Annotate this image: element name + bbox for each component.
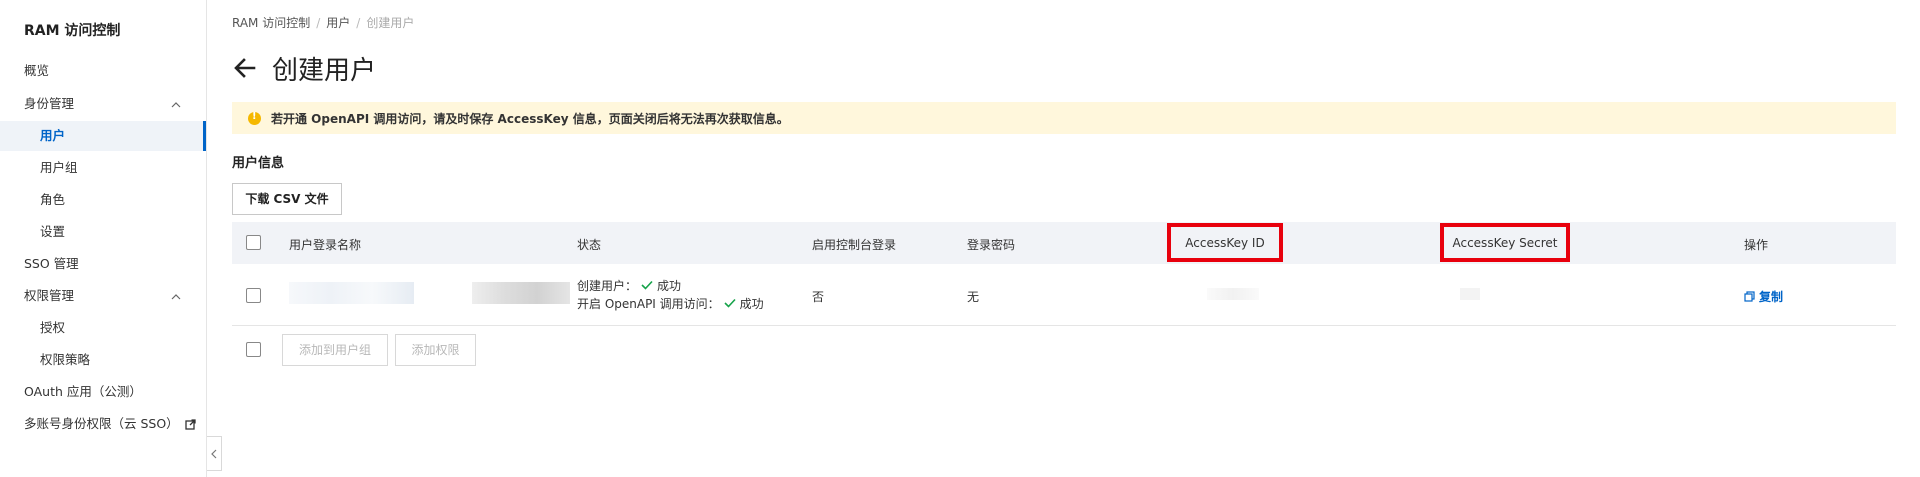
status-cell: 创建用户： 成功 开启 OpenAPI 调用访问： 成功 <box>577 276 764 312</box>
redacted-login-name <box>289 282 414 304</box>
header-password: 登录密码 <box>967 238 1016 252</box>
status-line-create: 创建用户： 成功 <box>577 276 764 294</box>
sidebar-item-label: 授权 <box>40 320 66 335</box>
sidebar-item-identity-management[interactable]: 身份管理 <box>0 89 206 119</box>
breadcrumb: RAM 访问控制 / 用户 / 创建用户 <box>232 14 414 31</box>
sidebar-item-label: 概览 <box>24 63 50 78</box>
warning-alert: 若开通 OpenAPI 调用访问，请及时保存 AccessKey 信息，页面关闭… <box>232 102 1896 134</box>
main-content: RAM 访问控制 / 用户 / 创建用户 创建用户 若开通 OpenAPI 调用访问，请… <box>208 0 1920 477</box>
alert-message: 若开通 OpenAPI 调用访问，请及时保存 AccessKey 信息，页面关闭… <box>271 111 789 126</box>
download-csv-button[interactable]: 下载 CSV 文件 <box>232 183 342 215</box>
sidebar-item-overview[interactable]: 概览 <box>0 56 206 86</box>
status-value: 成功 <box>657 278 682 293</box>
sidebar-item-label: 权限策略 <box>40 352 91 367</box>
back-arrow-icon[interactable] <box>232 55 258 81</box>
header-console-login: 启用控制台登录 <box>812 238 897 252</box>
breadcrumb-item-users[interactable]: 用户 <box>326 16 350 30</box>
section-title: 用户信息 <box>232 156 285 171</box>
header-operation: 操作 <box>1744 238 1769 252</box>
sidebar-item-grants[interactable]: 授权 <box>0 313 206 343</box>
select-all-checkbox[interactable] <box>246 235 261 250</box>
sidebar-item-label-wrap: 多账号身份权限（云 SSO） <box>24 409 196 439</box>
table-row: 创建用户： 成功 开启 OpenAPI 调用访问： 成功 否 无 复制 <box>232 264 1896 326</box>
status-line-openapi: 开启 OpenAPI 调用访问： 成功 <box>577 294 764 312</box>
status-label: 创建用户： <box>577 278 638 293</box>
header-accesskey-id: AccessKey ID <box>1167 223 1283 262</box>
chevron-up-icon <box>171 294 181 300</box>
add-permission-button[interactable]: 添加权限 <box>395 334 476 366</box>
check-icon <box>724 298 736 308</box>
status-value: 成功 <box>739 296 764 311</box>
footer-select-checkbox[interactable] <box>246 342 261 357</box>
sidebar-item-permission-management[interactable]: 权限管理 <box>0 281 206 311</box>
check-icon <box>641 280 653 290</box>
copy-icon <box>1744 291 1755 302</box>
page-header: 创建用户 <box>232 48 376 88</box>
sidebar-item-label: 用户组 <box>40 160 78 175</box>
sidebar-item-user-groups[interactable]: 用户组 <box>0 153 206 183</box>
redacted-login-domain <box>472 282 570 304</box>
sidebar-item-label: 角色 <box>40 192 66 207</box>
sidebar-item-label: 多账号身份权限（云 SSO） <box>24 416 179 431</box>
row-checkbox[interactable] <box>246 288 261 303</box>
breadcrumb-separator: / <box>356 16 361 30</box>
breadcrumb-separator: / <box>316 16 321 30</box>
breadcrumb-item-current: 创建用户 <box>366 16 415 30</box>
header-status: 状态 <box>577 238 602 252</box>
chevron-up-icon <box>171 102 181 108</box>
console-login-value: 否 <box>812 290 825 304</box>
copy-button[interactable]: 复制 <box>1744 288 1783 305</box>
add-to-group-button[interactable]: 添加到用户组 <box>282 334 388 366</box>
sidebar-item-settings[interactable]: 设置 <box>0 217 206 247</box>
table-header: 用户登录名称 状态 启用控制台登录 登录密码 AccessKey ID Acce… <box>232 222 1896 264</box>
sidebar: RAM 访问控制 概览 身份管理 用户 用户组 角色 设置 SSO 管理 权限管… <box>0 0 207 477</box>
warning-icon <box>248 111 261 125</box>
sidebar-item-oauth-apps[interactable]: OAuth 应用（公测） <box>0 377 206 407</box>
sidebar-item-label: 设置 <box>40 224 66 239</box>
table-footer: 添加到用户组 添加权限 <box>232 326 1896 372</box>
password-value: 无 <box>967 290 980 304</box>
sidebar-item-cloud-sso[interactable]: 多账号身份权限（云 SSO） <box>0 409 206 439</box>
sidebar-item-label: 身份管理 <box>24 96 75 111</box>
redacted-accesskey-secret <box>1460 288 1480 300</box>
sidebar-item-sso[interactable]: SSO 管理 <box>0 249 206 279</box>
redacted-accesskey-id <box>1207 288 1259 300</box>
sidebar-item-label: SSO 管理 <box>24 256 79 271</box>
copy-label: 复制 <box>1759 290 1784 304</box>
sidebar-item-label: OAuth 应用（公测） <box>24 384 142 399</box>
header-accesskey-secret: AccessKey Secret <box>1440 223 1570 262</box>
sidebar-item-label: 权限管理 <box>24 288 75 303</box>
page-title: 创建用户 <box>272 55 377 86</box>
sidebar-item-users[interactable]: 用户 <box>0 121 206 151</box>
sidebar-item-policies[interactable]: 权限策略 <box>0 345 206 375</box>
status-label: 开启 OpenAPI 调用访问： <box>577 296 720 311</box>
header-login-name: 用户登录名称 <box>289 238 362 252</box>
sidebar-item-label: 用户 <box>40 128 66 143</box>
sidebar-item-roles[interactable]: 角色 <box>0 185 206 215</box>
breadcrumb-item-ram[interactable]: RAM 访问控制 <box>232 16 310 30</box>
sidebar-title: RAM 访问控制 <box>24 23 121 39</box>
external-link-icon <box>185 419 196 430</box>
